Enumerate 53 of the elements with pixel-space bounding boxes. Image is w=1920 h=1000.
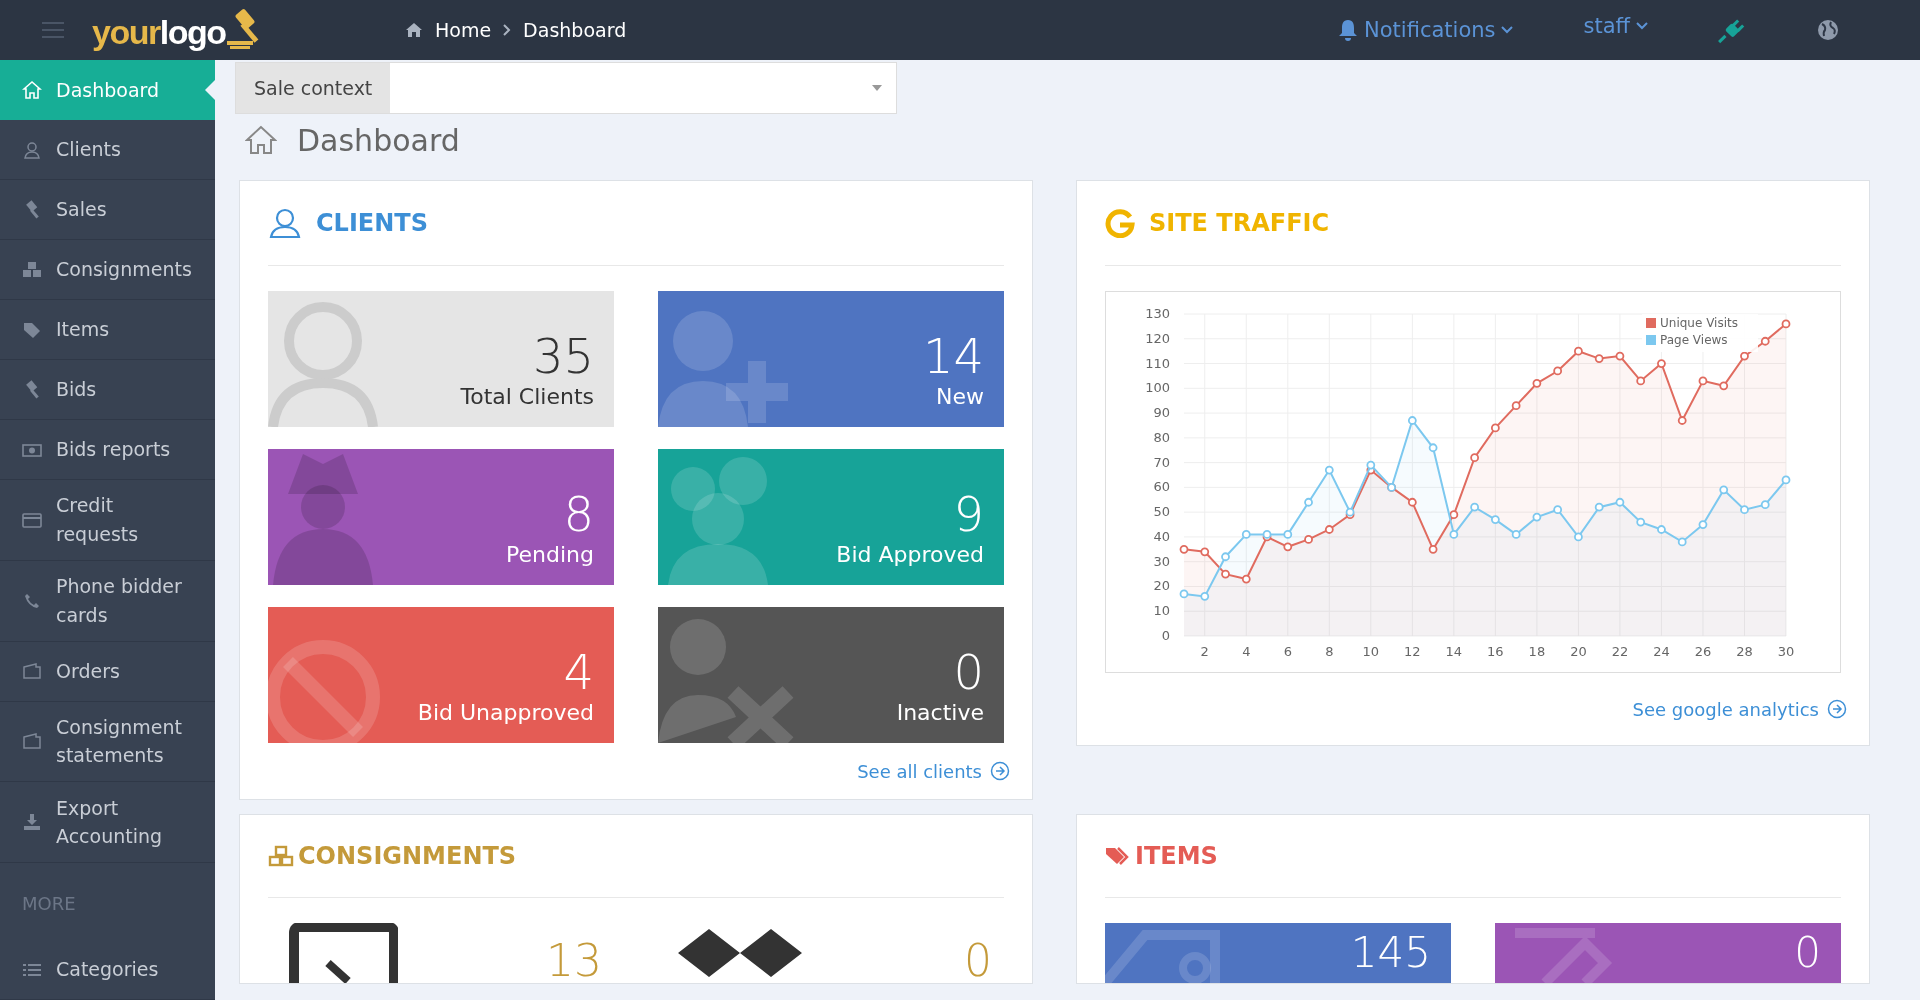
axis-label: 50 [1153,504,1170,520]
stat-value: 35 [532,332,594,380]
axis-label: 60 [1153,479,1170,495]
axis-label: 100 [1145,380,1170,396]
stat-label: Inactive [896,700,984,725]
stat-label: Pending [506,542,594,567]
stat-label: Bid Approved [836,542,984,567]
axis-label: 10 [1362,644,1380,659]
axis-label: 70 [1153,454,1170,470]
axis-label: 10 [1153,603,1170,619]
axis-label: 16 [1487,644,1504,659]
page-title: Dashboard [297,122,460,158]
stat-value: 8 [563,490,594,538]
axis-label: 14 [1445,644,1463,659]
axis-label: 8 [1325,644,1334,659]
axis-label: 20 [1153,578,1170,594]
legend-label: Unique Visits [1660,316,1738,330]
axis-label: 2 [1200,644,1209,659]
stat-value: 145 [1350,932,1431,974]
stat-value: 14 [922,332,984,380]
stat-label: Total Clients [460,384,594,409]
stat-value: 0 [1794,932,1821,974]
axis-label: 24 [1653,644,1670,659]
axis-label: 20 [1570,644,1587,659]
axis-label: 6 [1283,644,1292,659]
sale-context-label: Sale context [236,63,391,113]
axis-label: 22 [1611,644,1629,659]
axis-label: 30 [1153,553,1170,569]
panel-title: ITEMS [1135,842,1218,870]
stat-value: 4 [563,648,594,696]
axis-label: 4 [1242,644,1251,659]
axis-label: 80 [1153,429,1170,445]
axis-label: 28 [1736,644,1753,659]
panel-title: SITE TRAFFIC [1149,209,1330,237]
stat-value: 13 [546,939,602,983]
stat-value: 0 [964,939,992,983]
axis-label: 40 [1153,528,1170,544]
stat-value: 9 [953,490,984,538]
stat-label: New [936,384,984,409]
panel-title: CONSIGNMENTS [298,842,517,870]
panel-title: CLIENTS [316,209,428,237]
axis-label: 12 [1404,644,1421,659]
axis-label: 90 [1153,405,1170,421]
axis-label: 18 [1528,644,1546,659]
axis-label: 30 [1777,644,1795,659]
stat-label: Bid Unapproved [417,700,594,725]
axis-label: 26 [1694,644,1712,659]
legend-label: Page Views [1660,333,1728,347]
stat-value: 0 [953,648,984,696]
axis-label: 130 [1145,306,1170,321]
axis-label: 110 [1145,355,1170,371]
axis-label: 0 [1161,628,1170,643]
axis-label: 120 [1145,330,1170,346]
